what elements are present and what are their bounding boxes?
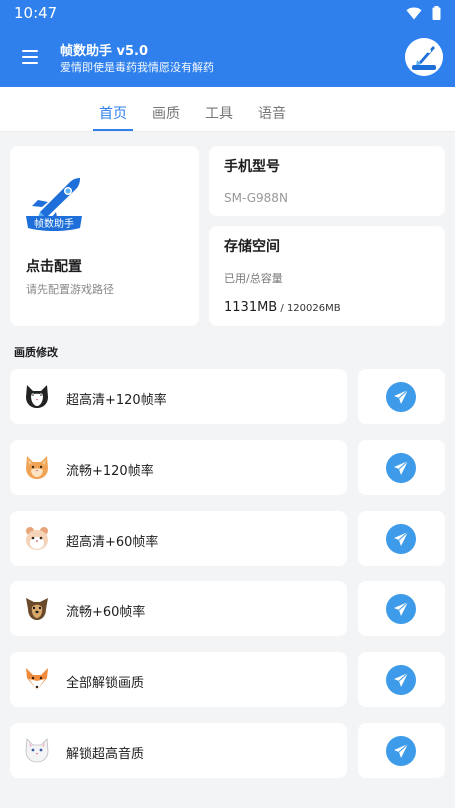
tab-voice[interactable]: 语音 <box>258 103 286 123</box>
list-item[interactable]: 超高清+120帧率 <box>10 369 347 424</box>
send-icon[interactable] <box>386 382 416 412</box>
black-cat-icon <box>26 385 48 408</box>
send-icon[interactable] <box>386 736 416 766</box>
status-bar: 10:47 <box>0 0 455 26</box>
dog-icon <box>26 598 48 620</box>
status-time: 10:47 <box>14 4 58 22</box>
list-item-label: 解锁超高音质 <box>66 747 145 762</box>
phone-model-card: 手机型号 SM-G988N <box>209 146 445 216</box>
apply-button[interactable] <box>358 369 445 424</box>
apply-button[interactable] <box>358 440 445 495</box>
app-subtitle: 爱情即使是毒药我情愿没有解药 <box>60 61 214 74</box>
storage-usage: 1131MB / 120026MB <box>224 300 341 315</box>
storage-card: 存储空间 已用/总容量 1131MB / 120026MB <box>209 226 445 326</box>
apply-button[interactable] <box>358 652 445 707</box>
list-item-label: 超高清+120帧率 <box>66 393 167 408</box>
tab-indicator <box>93 129 133 131</box>
send-icon[interactable] <box>386 453 416 483</box>
orange-cat-icon <box>26 456 48 479</box>
section-title: 画质修改 <box>14 346 58 359</box>
hamster-icon <box>26 527 48 550</box>
send-icon[interactable] <box>386 524 416 554</box>
app-bar: 帧数助手 v5.0 爱情即使是毒药我情愿没有解药 <box>0 26 455 87</box>
phone-model-title: 手机型号 <box>224 159 280 175</box>
send-icon[interactable] <box>386 594 416 624</box>
list-item[interactable]: 流畅+60帧率 <box>10 581 347 636</box>
tab-home[interactable]: 首页 <box>99 103 127 123</box>
list-item[interactable]: 流畅+120帧率 <box>10 440 347 495</box>
battery-icon <box>432 6 441 20</box>
rocket-logo-icon[interactable] <box>405 38 443 76</box>
list-item-label: 流畅+60帧率 <box>66 605 146 620</box>
tab-bar: 首页 画质 工具 语音 <box>0 87 455 132</box>
tab-tools[interactable]: 工具 <box>205 103 233 123</box>
config-title: 点击配置 <box>26 259 82 275</box>
config-card[interactable]: 帧数助手 点击配置 请先配置游戏路径 <box>10 146 199 326</box>
config-subtitle: 请先配置游戏路径 <box>26 283 114 296</box>
list-item-label: 超高清+60帧率 <box>66 535 159 550</box>
hamburger-menu-icon[interactable] <box>12 39 48 75</box>
fox-icon <box>26 668 48 690</box>
white-cat-icon <box>25 738 49 763</box>
app-title: 帧数助手 v5.0 <box>60 44 149 59</box>
wifi-icon <box>406 7 422 19</box>
phone-model-value: SM-G988N <box>224 191 288 205</box>
apply-button[interactable] <box>358 511 445 566</box>
storage-subtitle: 已用/总容量 <box>224 272 283 285</box>
list-item-label: 全部解锁画质 <box>66 676 145 691</box>
list-item-label: 流畅+120帧率 <box>66 464 154 479</box>
tab-quality[interactable]: 画质 <box>152 103 180 123</box>
logo-text: 帧数助手 <box>34 217 74 230</box>
storage-title: 存储空间 <box>224 239 280 255</box>
storage-used-value: 1131MB <box>224 300 278 315</box>
status-icons <box>406 6 441 20</box>
apply-button[interactable] <box>358 723 445 778</box>
rocket-logo-icon: 帧数助手 <box>26 178 82 231</box>
list-item[interactable]: 解锁超高音质 <box>10 723 347 778</box>
apply-button[interactable] <box>358 581 445 636</box>
list-item[interactable]: 超高清+60帧率 <box>10 511 347 566</box>
send-icon[interactable] <box>386 665 416 695</box>
storage-total-value: / 120026MB <box>277 303 341 314</box>
list-item[interactable]: 全部解锁画质 <box>10 652 347 707</box>
